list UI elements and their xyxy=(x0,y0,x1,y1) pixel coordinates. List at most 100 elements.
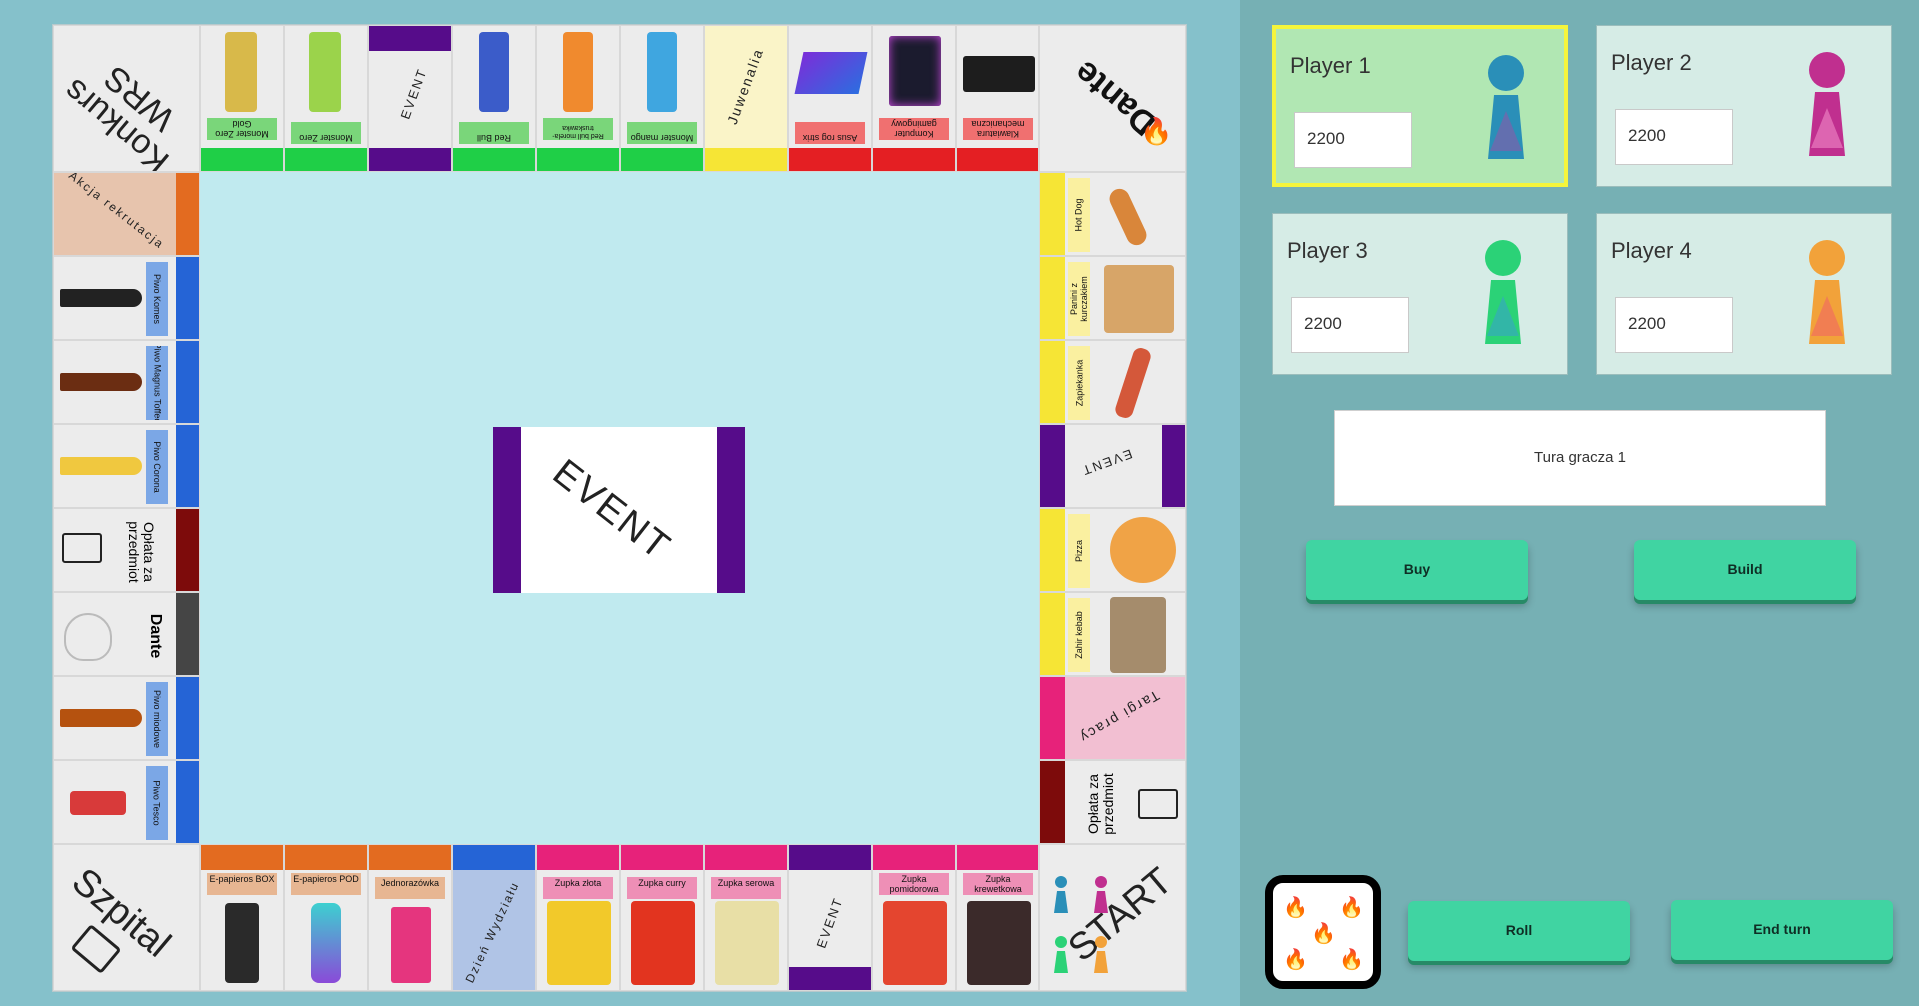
corner-bottom-left[interactable]: Szpital xyxy=(53,844,200,991)
flame-icon: 🔥 xyxy=(1283,897,1308,919)
pizza-icon xyxy=(1110,517,1176,583)
top-cell-8-label: Asus rog strix xyxy=(795,122,865,144)
bottom-cell-9[interactable]: Zupka pomidorowa xyxy=(872,844,956,991)
top-cell-10[interactable]: Klawiatura mechaniczna xyxy=(956,25,1039,172)
corner-top-left[interactable]: Konkurs WRS xyxy=(53,25,200,172)
beer-komes-icon xyxy=(60,289,142,307)
top-cell-5[interactable]: Red bull morela-truskawka xyxy=(536,25,620,172)
soup-curry-icon xyxy=(631,901,695,985)
top-cell-10-label: Klawiatura mechaniczna xyxy=(963,118,1033,140)
player-3-money: 2200 xyxy=(1291,297,1409,353)
top-cell-8[interactable]: Asus rog strix xyxy=(788,25,872,172)
top-cell-2-strip xyxy=(285,148,367,171)
bottom-cell-8[interactable]: EVENT xyxy=(788,844,872,991)
bottom-cell-8-strip xyxy=(789,967,871,990)
top-cell-2[interactable]: Monster Zero xyxy=(284,25,368,172)
left-cell-1[interactable]: Akcja rekrutacja xyxy=(53,172,200,256)
flame-icon: 🔥 xyxy=(1339,897,1364,919)
top-cell-7-strip xyxy=(705,148,787,171)
left-cell-5[interactable]: Opłata za przedmiot xyxy=(53,508,200,592)
right-cell-1[interactable]: Hot Dog xyxy=(1039,172,1186,256)
bottom-cell-10-strip xyxy=(957,845,1038,870)
dice[interactable]: 🔥 🔥 🔥 🔥 🔥 xyxy=(1265,875,1381,989)
left-cell-2[interactable]: Piwo Komes xyxy=(53,256,200,340)
pawn-icon xyxy=(1809,52,1845,156)
right-cell-6-label: Zahir kebab xyxy=(1068,598,1090,672)
bottom-cell-2[interactable]: E-papieros POD xyxy=(284,844,368,991)
bottom-cell-9-strip xyxy=(873,845,955,870)
bottom-cell-10[interactable]: Zupka krewetkowa xyxy=(956,844,1039,991)
soup-zlota-icon xyxy=(547,901,611,985)
right-cell-4[interactable]: EVENT xyxy=(1039,424,1186,508)
game-board: EVENT Konkurs WRS Dante 🔥 Szpital START … xyxy=(52,24,1187,992)
bottom-cell-5-label: Zupka złota xyxy=(543,877,613,899)
right-cell-7-strip xyxy=(1040,677,1065,759)
redbull-morela-can-icon xyxy=(563,32,593,112)
bottom-cell-6[interactable]: Zupka curry xyxy=(620,844,704,991)
player-card-2: Player 2 2200 xyxy=(1596,25,1892,187)
flame-icon: 🔥 xyxy=(1311,923,1336,945)
bottom-cell-3[interactable]: Jednorazówka xyxy=(368,844,452,991)
bottom-cell-4[interactable]: Dzień Wydziału xyxy=(452,844,536,991)
player-card-3: Player 3 2200 xyxy=(1272,213,1568,375)
left-cell-7[interactable]: Piwo miodowe xyxy=(53,676,200,760)
top-cell-9[interactable]: Komputer gamingowy xyxy=(872,25,956,172)
right-cell-6[interactable]: Zahir kebab xyxy=(1039,592,1186,676)
end-turn-button[interactable]: End turn xyxy=(1671,900,1893,960)
left-cell-7-strip xyxy=(176,677,199,759)
top-cell-6[interactable]: Monster mango xyxy=(620,25,704,172)
top-cell-7[interactable]: Juwenalia xyxy=(704,25,788,172)
turn-status: Tura gracza 1 xyxy=(1334,410,1826,506)
bottom-cell-1[interactable]: E-papieros BOX xyxy=(200,844,284,991)
right-cell-7[interactable]: Targi pracy xyxy=(1039,676,1186,760)
left-cell-2-strip xyxy=(176,257,199,339)
right-cell-5[interactable]: Pizza xyxy=(1039,508,1186,592)
bottom-cell-7-label: Zupka serowa xyxy=(711,877,781,899)
skull-icon xyxy=(64,613,112,661)
left-cell-8[interactable]: Piwo Tesco xyxy=(53,760,200,844)
player-1-money: 2200 xyxy=(1294,112,1412,168)
left-cell-4-label: Piwo Corona xyxy=(146,430,168,504)
bottom-cell-5[interactable]: Zupka złota xyxy=(536,844,620,991)
center-event-card[interactable]: EVENT xyxy=(493,427,745,593)
top-cell-9-label: Komputer gamingowy xyxy=(879,118,949,140)
right-cell-8[interactable]: Opłata za przedmiot xyxy=(1039,760,1186,844)
right-cell-3[interactable]: Zapiekanka xyxy=(1039,340,1186,424)
beer-corona-icon xyxy=(60,457,142,475)
right-cell-2[interactable]: Panini z kurczakiem xyxy=(1039,256,1186,340)
player-4-money: 2200 xyxy=(1615,297,1733,353)
top-cell-3-label: EVENT xyxy=(397,65,430,122)
left-cell-1-strip xyxy=(176,173,199,255)
buy-button[interactable]: Buy xyxy=(1306,540,1528,600)
pawn-icon-p4 xyxy=(1094,936,1108,973)
hotdog-icon xyxy=(1106,185,1150,249)
roll-button[interactable]: Roll xyxy=(1408,901,1630,961)
fee-card-icon-right xyxy=(1138,789,1178,819)
left-cell-4-strip xyxy=(176,425,199,507)
corner-bottom-right-label: START xyxy=(1060,860,1181,970)
build-button[interactable]: Build xyxy=(1634,540,1856,600)
top-cell-6-label: Monster mango xyxy=(627,122,697,144)
left-cell-4[interactable]: Piwo Corona xyxy=(53,424,200,508)
top-cell-4[interactable]: Red Bull xyxy=(452,25,536,172)
top-cell-8-strip xyxy=(789,148,871,171)
corner-top-right[interactable]: Dante 🔥 xyxy=(1039,25,1186,172)
left-cell-3-label: Piwo Magnus Toffee xyxy=(146,346,168,420)
top-cell-1[interactable]: Monster Zero Gold xyxy=(200,25,284,172)
left-cell-5-strip xyxy=(176,509,199,591)
top-cell-3[interactable]: EVENT xyxy=(368,25,452,172)
left-cell-6-strip xyxy=(176,593,199,675)
corner-bottom-right[interactable]: START xyxy=(1039,844,1186,991)
player-4-name: Player 4 xyxy=(1611,238,1692,263)
bottom-cell-7[interactable]: Zupka serowa xyxy=(704,844,788,991)
right-cell-8-label: Opłata za przedmiot xyxy=(1085,773,1116,835)
beer-magnus-icon xyxy=(60,373,142,391)
right-cell-1-strip xyxy=(1040,173,1065,255)
bottom-cell-10-label: Zupka krewetkowa xyxy=(963,873,1033,895)
bottom-cell-8-strip-top xyxy=(789,845,871,870)
gaming-pc-icon xyxy=(889,36,941,106)
left-cell-6[interactable]: Dante xyxy=(53,592,200,676)
player-2-name: Player 2 xyxy=(1611,50,1692,75)
left-cell-3[interactable]: Piwo Magnus Toffee xyxy=(53,340,200,424)
player-3-name: Player 3 xyxy=(1287,238,1368,263)
